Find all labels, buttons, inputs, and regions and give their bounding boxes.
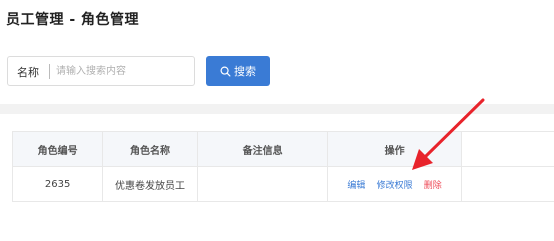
cell-actions: 编辑 修改权限 删除 — [327, 166, 462, 201]
column-header-empty — [461, 132, 554, 167]
search-button[interactable]: 搜索 — [206, 56, 270, 86]
column-header-note: 备注信息 — [197, 132, 329, 167]
column-header-role-id: 角色编号 — [13, 132, 104, 167]
table-header-row: 角色编号 角色名称 备注信息 操作 — [13, 132, 554, 167]
search-bar: 名称 — [7, 56, 195, 86]
edit-permissions-link[interactable]: 修改权限 — [377, 181, 413, 191]
cell-role-id: 2635 — [13, 166, 104, 201]
table-row: 2635 优惠卷发放员工 编辑 修改权限 删除 — [13, 166, 554, 201]
search-button-label: 搜索 — [234, 65, 256, 78]
delete-link[interactable]: 删除 — [424, 181, 442, 191]
annotation-arrow — [412, 98, 485, 170]
search-icon — [220, 66, 231, 76]
column-header-role-name: 角色名称 — [102, 132, 198, 167]
page-title: 员工管理 - 角色管理 — [6, 12, 140, 28]
column-header-actions: 操作 — [327, 132, 462, 167]
cell-note — [197, 166, 329, 201]
search-divider — [49, 64, 50, 79]
roles-table-grid: 角色编号 角色名称 备注信息 操作 2635 优惠卷发放员工 编辑 修改权限 删… — [13, 132, 554, 201]
cell-role-name: 优惠卷发放员工 — [102, 166, 198, 201]
roles-table: 角色编号 角色名称 备注信息 操作 2635 优惠卷发放员工 编辑 修改权限 删… — [12, 131, 554, 202]
section-divider — [0, 104, 554, 114]
cell-empty — [461, 166, 554, 201]
edit-link[interactable]: 编辑 — [347, 181, 365, 191]
search-input[interactable] — [56, 61, 188, 81]
search-label: 名称 — [17, 66, 39, 79]
